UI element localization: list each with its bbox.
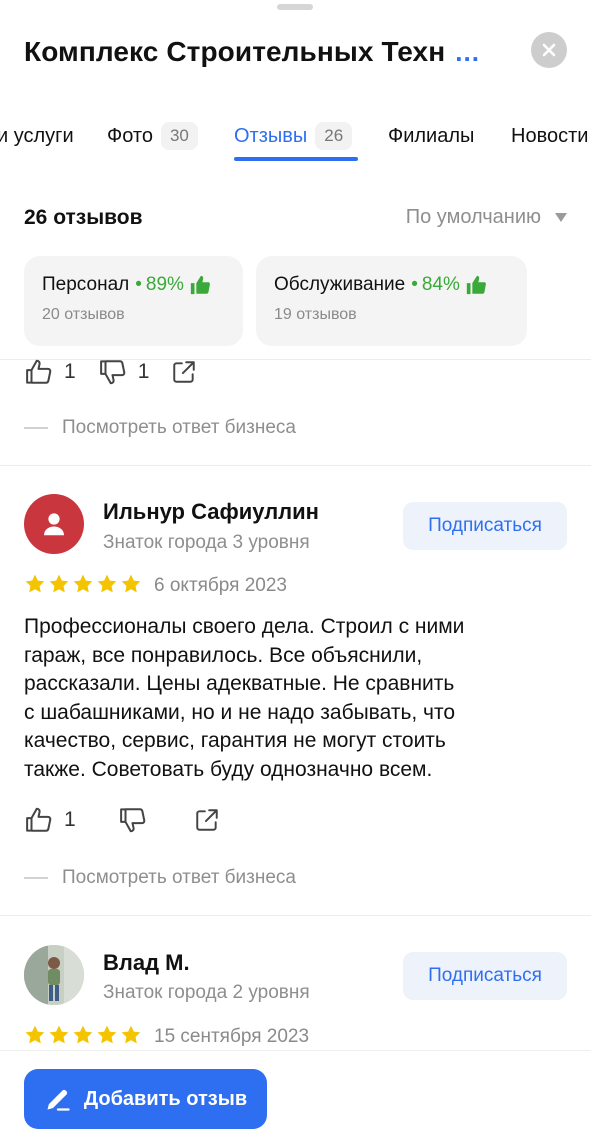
dash-divider	[24, 877, 48, 879]
star-icon	[97, 574, 117, 593]
dislike-count: 1	[137, 360, 150, 383]
close-icon	[542, 43, 556, 57]
thumb-down-icon	[99, 360, 125, 385]
star-icon	[121, 574, 141, 593]
page-title: Комплекс Строительных Техн	[24, 36, 446, 67]
tab-label: Новости	[511, 124, 589, 147]
reviews-count: 26 отзывов	[24, 206, 143, 229]
thumb-up-icon	[190, 275, 210, 295]
star-icon	[121, 1025, 141, 1044]
tab-reviews[interactable]: Отзывы 26	[234, 116, 353, 156]
star-icon	[49, 574, 69, 593]
tab-branches[interactable]: Филиалы	[388, 116, 474, 156]
prev-review-actions: 1 1	[24, 355, 219, 389]
business-reply-label: Посмотреть ответ бизнеса	[62, 867, 297, 888]
reviews-sheet: Комплекс Строительных Техн ... и услуги …	[0, 0, 591, 1143]
share-button[interactable]	[171, 359, 197, 385]
aspect-separator: •	[411, 274, 418, 295]
thumb-up-icon	[466, 275, 486, 295]
subscribe-button[interactable]: Подписаться	[403, 502, 567, 550]
review-author-level: Знаток города 2 уровня	[103, 982, 310, 1003]
review-date: 6 октября 2023	[154, 575, 287, 596]
review-author[interactable]: Ильнур Сафиуллин	[103, 499, 319, 525]
sort-dropdown[interactable]: По умолчанию	[406, 206, 567, 229]
thumb-down-icon	[119, 808, 145, 833]
tab-photos[interactable]: Фото 30	[107, 116, 198, 156]
aspect-separator: •	[135, 274, 142, 295]
review-author-level: Знаток города 3 уровня	[103, 532, 310, 553]
review-actions: 1	[24, 803, 242, 837]
review-author[interactable]: Влад М.	[103, 950, 190, 976]
aspect-reviews-count: 20 отзывов	[42, 306, 125, 323]
tab-count-badge: 30	[160, 122, 198, 150]
person-icon	[44, 513, 64, 536]
star-icon	[25, 574, 45, 593]
share-button[interactable]	[194, 807, 220, 833]
pencil-icon	[47, 1089, 70, 1111]
avatar-photo[interactable]	[24, 945, 84, 1005]
tab-news[interactable]: Новости	[511, 116, 588, 156]
review-text-line: также. Советовать буду однозначно всем.	[24, 757, 433, 781]
review-date: 15 сентября 2023	[154, 1026, 310, 1047]
add-review-button[interactable]: Добавить отзыв	[24, 1069, 267, 1129]
aspect-card-service[interactable]: Обслуживание • 84% 19 отзывов	[256, 256, 527, 346]
tab-label: Филиалы	[388, 124, 475, 147]
thumb-up-icon	[26, 807, 52, 832]
star-icon	[73, 1025, 93, 1044]
sort-label: По умолчанию	[405, 206, 541, 228]
thumb-up-icon	[26, 359, 52, 384]
like-count: 1	[64, 360, 76, 383]
active-tab-indicator	[234, 157, 358, 161]
share-icon	[173, 361, 196, 383]
star-icon	[25, 1025, 45, 1044]
aspect-percent: 84%	[421, 274, 460, 295]
dash-divider	[24, 427, 48, 429]
sort-triangle-icon	[555, 213, 567, 222]
like-button[interactable]: 1	[24, 357, 76, 387]
tab-label: Фото	[107, 124, 153, 147]
add-review-label: Добавить отзыв	[83, 1087, 248, 1110]
review-rating	[24, 1024, 142, 1046]
aspect-card-staff[interactable]: Персонал • 89% 20 отзывов	[24, 256, 243, 346]
subscribe-button[interactable]: Подписаться	[403, 952, 567, 1000]
review-text-line: рассказали. Цены адекватные. Не сравнить	[24, 672, 455, 695]
tab-services[interactable]: и услуги	[0, 116, 74, 156]
business-reply-link[interactable]: Посмотреть ответ бизнеса	[24, 417, 296, 439]
star-icon	[73, 574, 93, 593]
star-icon	[49, 1025, 69, 1044]
aspect-reviews-count: 19 отзывов	[274, 306, 357, 323]
review-text-line: гараж, все понравилось. Все объяснили,	[24, 643, 423, 667]
share-icon	[195, 809, 218, 831]
tab-count-badge: 26	[315, 122, 353, 150]
tab-label: Отзывы	[234, 124, 308, 147]
close-button[interactable]	[531, 32, 567, 68]
review-text-line: Профессионалы своего дела. Строил с ними	[24, 615, 465, 638]
aspect-name: Персонал	[42, 274, 130, 295]
like-count: 1	[64, 808, 76, 831]
like-button[interactable]: 1	[24, 805, 76, 835]
sheet-grabber-handle[interactable]	[277, 4, 313, 10]
avatar[interactable]	[24, 494, 84, 554]
title-more-button[interactable]: ...	[455, 37, 480, 68]
divider	[0, 465, 591, 466]
header: Комплекс Строительных Техн ...	[24, 30, 494, 74]
review-text: Профессионалы своего дела. Строил с ними…	[24, 613, 544, 784]
person-photo-icon	[24, 945, 84, 1005]
business-reply-label: Посмотреть ответ бизнеса	[62, 417, 297, 438]
review-text-line: с шабашниками, но и не надо забывать, чт…	[24, 700, 456, 724]
dislike-button[interactable]: 1	[98, 357, 150, 387]
tab-label: и услуги	[0, 124, 74, 147]
dislike-button[interactable]	[118, 805, 158, 835]
star-icon	[97, 1025, 117, 1044]
review-rating	[24, 573, 142, 595]
business-reply-link[interactable]: Посмотреть ответ бизнеса	[24, 867, 296, 889]
aspect-name: Обслуживание	[274, 274, 406, 295]
review-text-line: качество, сервис, гарантия не могут стои…	[24, 729, 446, 752]
aspect-percent: 89%	[145, 274, 184, 295]
divider	[0, 915, 591, 916]
